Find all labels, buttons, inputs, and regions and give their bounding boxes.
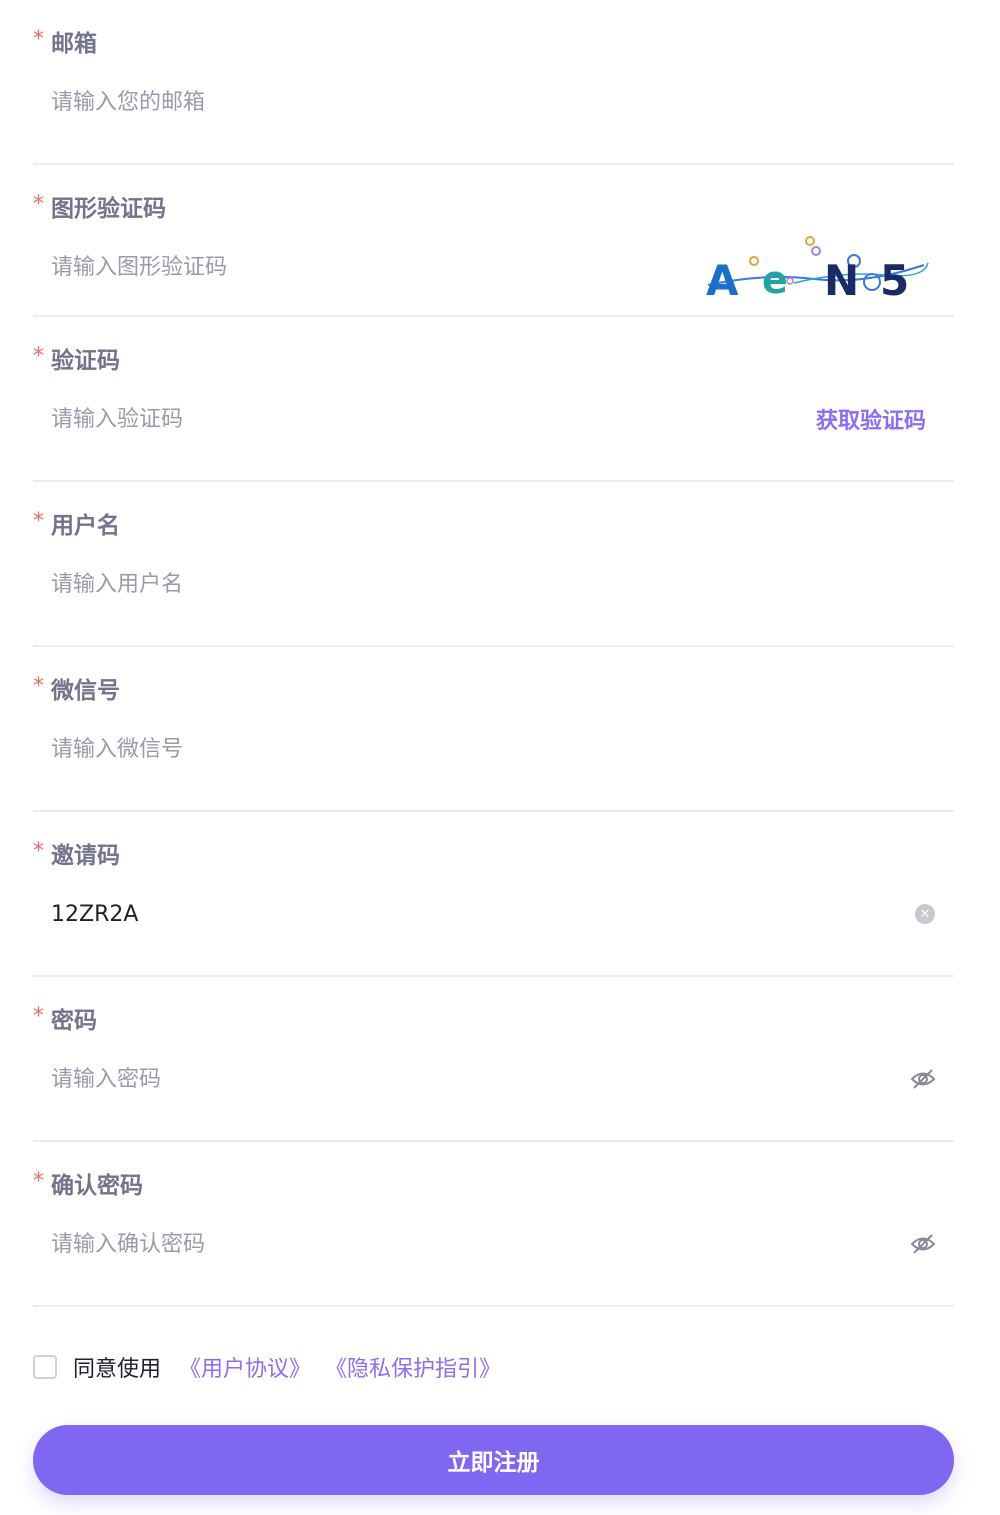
username-form-item: * 用户名: [33, 482, 954, 647]
verify-code-input[interactable]: [51, 399, 731, 439]
captcha-char: A: [706, 256, 739, 301]
captcha-label-text: 图形验证码: [51, 196, 166, 222]
username-label-text: 用户名: [51, 513, 120, 539]
captcha-char: 5: [880, 256, 909, 301]
password-input[interactable]: [51, 1059, 871, 1099]
email-label: * 邮箱: [33, 24, 97, 58]
required-mark: *: [33, 1003, 44, 1029]
confirm-password-form-item: * 确认密码: [33, 1142, 954, 1307]
clear-icon[interactable]: ✕: [914, 894, 936, 934]
eye-off-icon[interactable]: [910, 1059, 936, 1099]
confirm-password-label-text: 确认密码: [51, 1173, 143, 1199]
required-mark: *: [33, 191, 44, 217]
agreement-checkbox[interactable]: [33, 1355, 57, 1379]
captcha-char: N: [824, 256, 859, 301]
email-label-text: 邮箱: [51, 31, 97, 57]
password-form-item: * 密码: [33, 977, 954, 1142]
verify-code-label: * 验证码: [33, 341, 120, 375]
required-mark: *: [33, 508, 44, 534]
password-label: * 密码: [33, 1001, 97, 1035]
wechat-label-text: 微信号: [51, 678, 120, 704]
username-label: * 用户名: [33, 506, 120, 540]
captcha-form-item: * 图形验证码 A e N 5: [33, 165, 954, 317]
required-mark: *: [33, 1168, 44, 1194]
required-mark: *: [33, 343, 44, 369]
wechat-input[interactable]: [51, 729, 871, 769]
captcha-input[interactable]: [51, 247, 671, 287]
captcha-image[interactable]: A e N 5: [704, 235, 930, 301]
captcha-label: * 图形验证码: [33, 189, 166, 223]
invite-code-form-item: * 邀请码 ✕: [33, 812, 954, 977]
verify-code-form-item: * 验证码 获取验证码: [33, 317, 954, 482]
password-label-text: 密码: [51, 1008, 97, 1034]
user-agreement-link[interactable]: 《用户协议》: [179, 1351, 311, 1383]
eye-off-icon[interactable]: [910, 1224, 936, 1264]
agreement-row: 同意使用 《用户协议》 《隐私保护指引》: [33, 1350, 515, 1384]
invite-code-label: * 邀请码: [33, 836, 120, 870]
register-button[interactable]: 立即注册: [33, 1425, 954, 1495]
confirm-password-label: * 确认密码: [33, 1166, 143, 1200]
required-mark: *: [33, 673, 44, 699]
confirm-password-input[interactable]: [51, 1224, 871, 1264]
captcha-char: e: [762, 258, 788, 301]
username-input[interactable]: [51, 564, 871, 604]
required-mark: *: [33, 838, 44, 864]
privacy-guide-link[interactable]: 《隐私保护指引》: [325, 1351, 501, 1383]
wechat-label: * 微信号: [33, 671, 120, 705]
agreement-text: 同意使用: [73, 1357, 162, 1382]
invite-code-label-text: 邀请码: [51, 843, 120, 869]
verify-code-label-text: 验证码: [51, 348, 120, 374]
email-form-item: * 邮箱: [33, 0, 954, 165]
register-form: * 邮箱 * 图形验证码 A e: [0, 0, 1000, 1515]
wechat-form-item: * 微信号: [33, 647, 954, 812]
required-mark: *: [33, 26, 44, 52]
get-verify-code-button[interactable]: 获取验证码: [816, 399, 926, 439]
email-input[interactable]: [51, 82, 871, 122]
invite-code-input[interactable]: [51, 894, 871, 934]
